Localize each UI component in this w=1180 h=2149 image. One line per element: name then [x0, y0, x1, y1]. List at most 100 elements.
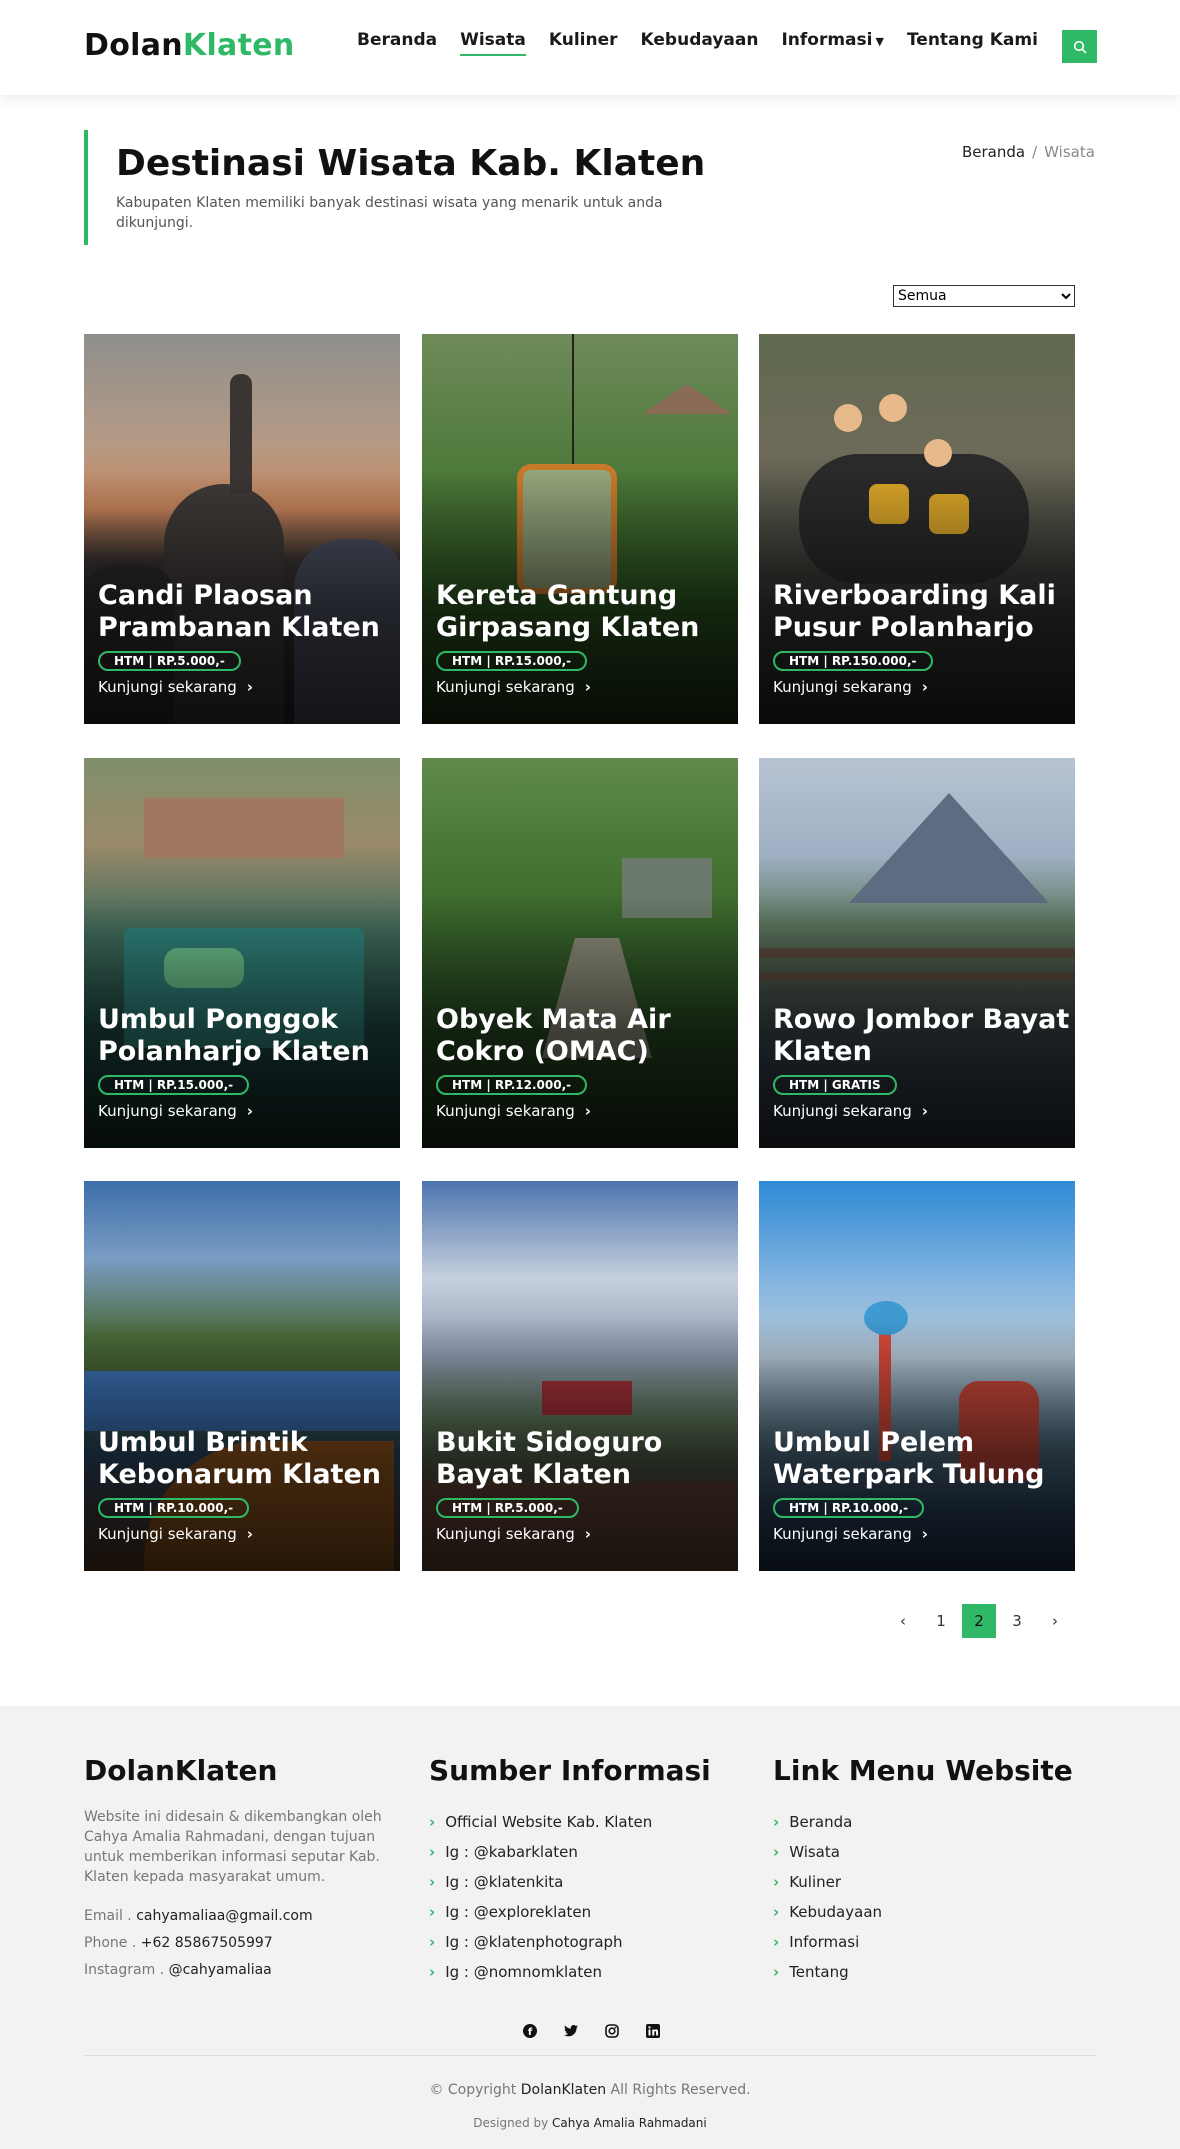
- footer-menu-link[interactable]: › Wisata: [773, 1837, 1073, 1867]
- site-logo[interactable]: DolanKlaten: [84, 28, 295, 63]
- pagination-page-3[interactable]: 3: [1000, 1604, 1034, 1638]
- destination-card[interactable]: Kereta Gantung Girpasang Klaten HTM | RP…: [422, 334, 738, 724]
- chevron-right-icon: ›: [921, 1102, 928, 1120]
- nav-wisata[interactable]: Wisata: [460, 30, 526, 56]
- card-visit-link[interactable]: Kunjungi sekarang ›: [98, 1525, 253, 1543]
- nav-kebudayaan[interactable]: Kebudayaan: [641, 30, 759, 56]
- footer-source-link[interactable]: › Ig : @klatenphotograph: [429, 1927, 711, 1957]
- nav-informasi-dropdown[interactable]: Informasi ▼: [781, 30, 884, 56]
- contact-phone-label: Phone .: [84, 1935, 137, 1951]
- contact-instagram: Instagram . @cahyamaliaa: [84, 1957, 394, 1984]
- footer-menu-link[interactable]: › Beranda: [773, 1807, 1073, 1837]
- chevron-right-icon: ›: [429, 1813, 436, 1831]
- card-title: Obyek Mata Air Cokro (OMAC): [436, 1004, 671, 1067]
- copyright-suffix: All Rights Reserved.: [610, 2082, 751, 2098]
- footer-contact: Email . cahyamaliaa@gmail.com Phone . +6…: [84, 1903, 394, 1984]
- nav-kuliner[interactable]: Kuliner: [549, 30, 618, 56]
- contact-instagram-label: Instagram .: [84, 1962, 165, 1978]
- chevron-right-icon: ›: [584, 1525, 591, 1543]
- footer-menu: Link Menu Website › Beranda › Wisata › Kuli…: [773, 1754, 1073, 1987]
- card-visit-link[interactable]: Kunjungi sekarang ›: [98, 1102, 253, 1120]
- footer-menu-link[interactable]: › Kuliner: [773, 1867, 1073, 1897]
- footer-menu-link[interactable]: › Informasi: [773, 1927, 1073, 1957]
- card-title: Umbul Ponggok Polanharjo Klaten: [98, 1004, 370, 1067]
- twitter-icon[interactable]: [560, 2020, 582, 2042]
- card-title: Bukit Sidoguro Bayat Klaten: [436, 1427, 663, 1490]
- footer-source-link[interactable]: › Ig : @nomnomklaten: [429, 1957, 711, 1987]
- page-heading-block: Destinasi Wisata Kab. Klaten Kabupaten K…: [84, 130, 724, 245]
- site-header: DolanKlaten Beranda Wisata Kuliner Kebud…: [0, 0, 1180, 95]
- card-visit-link[interactable]: Kunjungi sekarang ›: [773, 1102, 928, 1120]
- footer-source-link[interactable]: › Official Website Kab. Klaten: [429, 1807, 711, 1837]
- copyright: © Copyright DolanKlaten All Rights Reser…: [0, 2082, 1180, 2098]
- card-title: Rowo Jombor Bayat Klaten: [773, 1004, 1070, 1067]
- linkedin-icon[interactable]: [642, 2020, 664, 2042]
- card-visit-link[interactable]: Kunjungi sekarang ›: [436, 678, 591, 696]
- footer-menu-label: Beranda: [789, 1813, 853, 1831]
- destination-card[interactable]: Rowo Jombor Bayat Klaten HTM | GRATIS Ku…: [759, 758, 1075, 1148]
- pagination-next-button[interactable]: ›: [1038, 1604, 1072, 1638]
- logo-part-2: Klaten: [182, 28, 295, 63]
- card-visit-link[interactable]: Kunjungi sekarang ›: [773, 1525, 928, 1543]
- chevron-right-icon: ›: [246, 1102, 253, 1120]
- footer-source-label: Ig : @klatenkita: [445, 1873, 564, 1891]
- card-price-badge: HTM | GRATIS: [773, 1075, 897, 1095]
- destination-card[interactable]: Obyek Mata Air Cokro (OMAC) HTM | RP.12.…: [422, 758, 738, 1148]
- destination-card[interactable]: Riverboarding Kali Pusur Polanharjo HTM …: [759, 334, 1075, 724]
- pagination-prev-button[interactable]: ‹: [886, 1604, 920, 1638]
- card-price-badge: HTM | RP.12.000,-: [436, 1075, 588, 1095]
- card-visit-link[interactable]: Kunjungi sekarang ›: [436, 1102, 591, 1120]
- destination-card[interactable]: Umbul Ponggok Polanharjo Klaten HTM | RP…: [84, 758, 400, 1148]
- footer-source-label: Official Website Kab. Klaten: [445, 1813, 653, 1831]
- breadcrumb: Beranda / Wisata: [962, 143, 1095, 161]
- footer-source-label: Ig : @klatenphotograph: [445, 1933, 623, 1951]
- caret-down-icon: ▼: [875, 35, 884, 48]
- footer-source-link[interactable]: › Ig : @exploreklaten: [429, 1897, 711, 1927]
- card-price-badge: HTM | RP.15.000,-: [98, 1075, 250, 1095]
- search-icon: [1073, 40, 1087, 54]
- nav-tentang-kami[interactable]: Tentang Kami: [907, 30, 1038, 56]
- search-button[interactable]: [1062, 30, 1097, 63]
- footer-source-link[interactable]: › Ig : @klatenkita: [429, 1867, 711, 1897]
- footer-menu-label: Wisata: [789, 1843, 840, 1861]
- chevron-right-icon: ›: [429, 1903, 436, 1921]
- footer-source-link[interactable]: › Ig : @kabarklaten: [429, 1837, 711, 1867]
- footer-menu-label: Tentang: [789, 1963, 849, 1981]
- card-visit-link[interactable]: Kunjungi sekarang ›: [98, 678, 253, 696]
- pagination-page-2[interactable]: 2: [962, 1604, 996, 1638]
- footer-menu-link[interactable]: › Tentang: [773, 1957, 1073, 1987]
- chevron-right-icon: ›: [773, 1813, 780, 1831]
- contact-instagram-value[interactable]: @cahyamaliaa: [169, 1962, 272, 1978]
- social-links: f: [519, 2020, 683, 2042]
- destination-card[interactable]: Umbul Pelem Waterpark Tulung HTM | RP.10…: [759, 1181, 1075, 1571]
- chevron-right-icon: ›: [429, 1933, 436, 1951]
- svg-text:f: f: [528, 2027, 533, 2038]
- chevron-right-icon: ›: [773, 1873, 780, 1891]
- pagination-page-1[interactable]: 1: [924, 1604, 958, 1638]
- destination-card[interactable]: Candi Plaosan Prambanan Klaten HTM | RP.…: [84, 334, 400, 724]
- card-visit-link[interactable]: Kunjungi sekarang ›: [773, 678, 928, 696]
- designed-prefix: Designed by: [473, 2116, 549, 2130]
- chevron-right-icon: ›: [246, 1525, 253, 1543]
- destination-card[interactable]: Umbul Brintik Kebonarum Klaten HTM | RP.…: [84, 1181, 400, 1571]
- facebook-icon[interactable]: f: [519, 2020, 541, 2042]
- breadcrumb-home[interactable]: Beranda: [962, 143, 1025, 161]
- chevron-right-icon: ›: [773, 1843, 780, 1861]
- category-filter-select[interactable]: Semua: [893, 285, 1075, 307]
- footer-sources-list: › Official Website Kab. Klaten › Ig : @kab…: [429, 1807, 711, 1987]
- chevron-right-icon: ›: [584, 1102, 591, 1120]
- instagram-icon[interactable]: [601, 2020, 623, 2042]
- nav-beranda[interactable]: Beranda: [357, 30, 437, 56]
- card-price-badge: HTM | RP.15.000,-: [436, 651, 588, 671]
- card-visit-link[interactable]: Kunjungi sekarang ›: [436, 1525, 591, 1543]
- card-title: Umbul Brintik Kebonarum Klaten: [98, 1427, 381, 1490]
- contact-email-value[interactable]: cahyamaliaa@gmail.com: [136, 1908, 312, 1924]
- footer-menu-link[interactable]: › Kebudayaan: [773, 1897, 1073, 1927]
- footer-source-label: Ig : @nomnomklaten: [445, 1963, 602, 1981]
- footer-menu-label: Kebudayaan: [789, 1903, 883, 1921]
- pagination: ‹ 1 2 3 ›: [886, 1604, 1076, 1638]
- page-title: Destinasi Wisata Kab. Klaten: [116, 143, 706, 184]
- destination-card[interactable]: Bukit Sidoguro Bayat Klaten HTM | RP.5.0…: [422, 1181, 738, 1571]
- chevron-right-icon: ›: [773, 1903, 780, 1921]
- footer-menu-label: Kuliner: [789, 1873, 842, 1891]
